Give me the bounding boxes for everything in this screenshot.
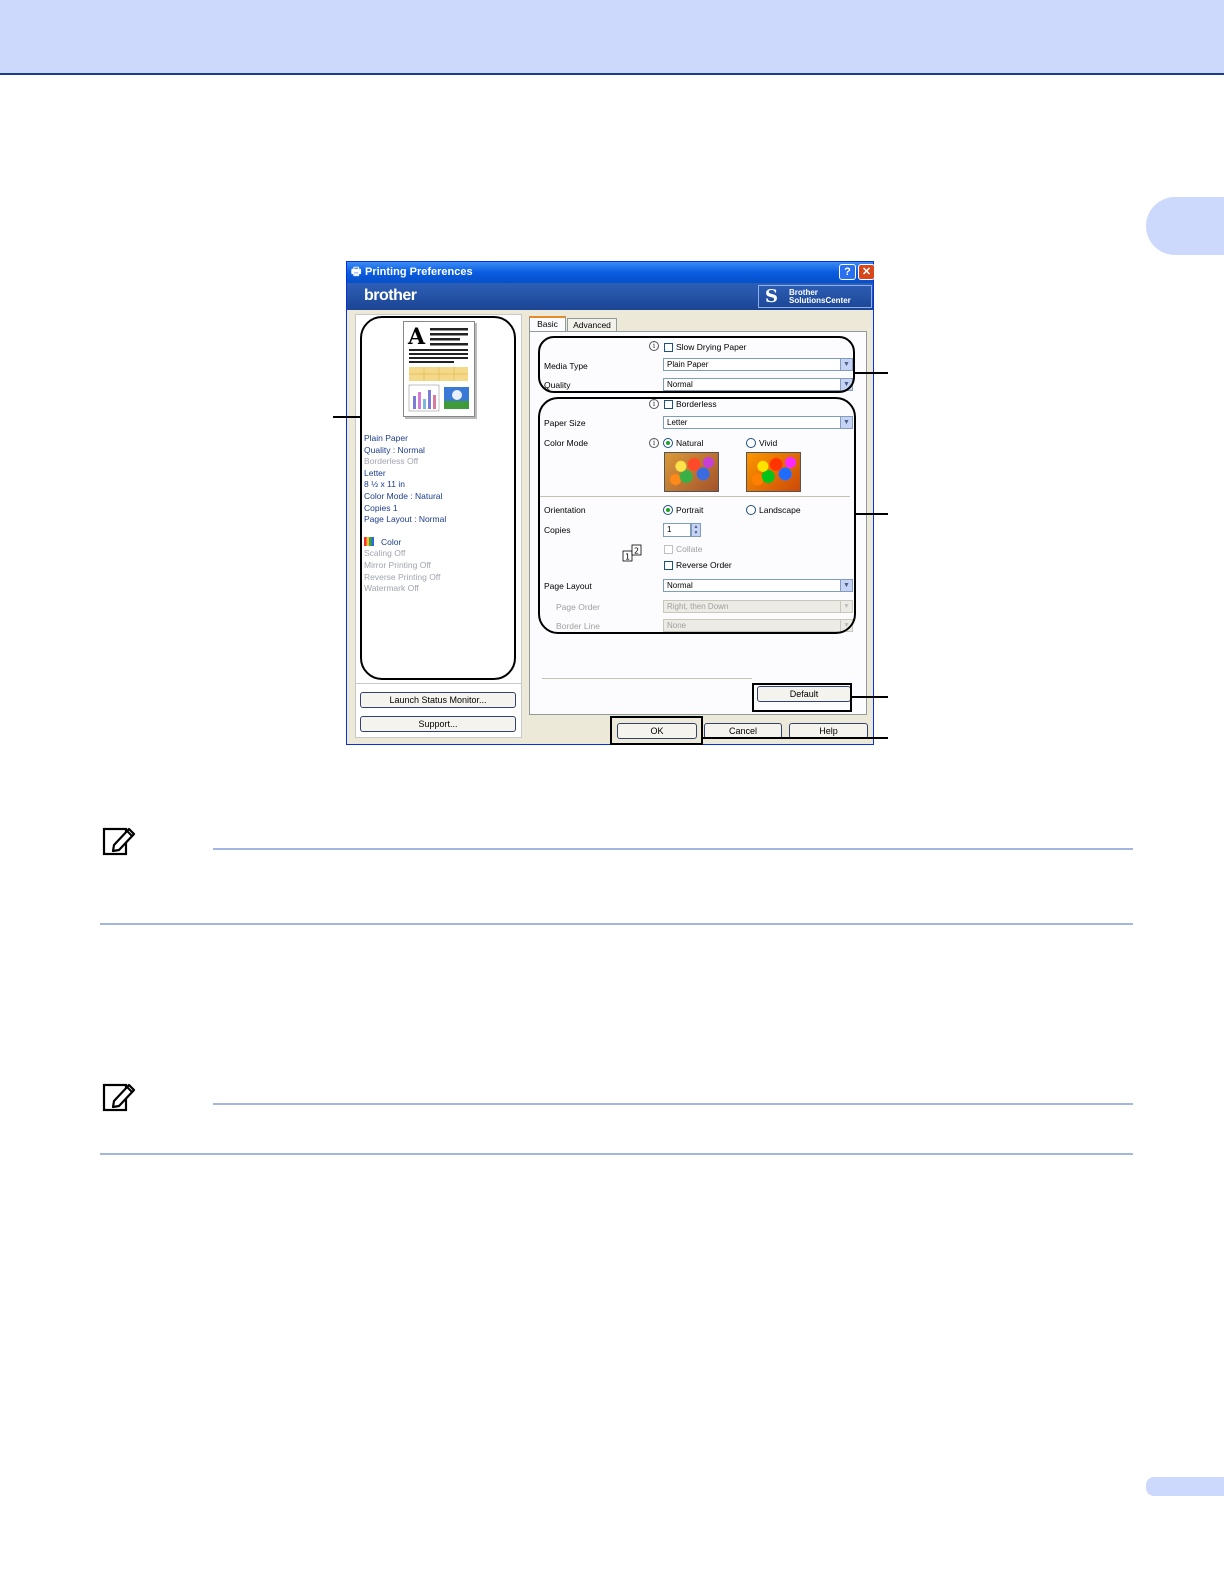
summary-callout <box>360 316 516 680</box>
brother-logo: brother <box>364 287 417 304</box>
dialog-title: Printing Preferences <box>365 266 473 278</box>
tab-advanced[interactable]: Advanced <box>567 318 617 332</box>
header-band <box>0 0 1224 75</box>
note-rule-bottom <box>100 923 1133 925</box>
help-title-button[interactable]: ? <box>839 264 856 280</box>
panel-divider <box>356 683 521 684</box>
solutions-label-2: SolutionsCenter <box>789 296 851 305</box>
note-pencil-icon <box>102 824 136 856</box>
paper-options-callout-line <box>855 513 888 515</box>
note-rule-top <box>213 1103 1133 1105</box>
note-rule-top <box>213 848 1133 850</box>
chapter-tab <box>1146 197 1224 255</box>
ok-callout <box>610 716 703 745</box>
solutions-center-icon: S <box>765 286 778 307</box>
paper-options-callout <box>538 397 856 634</box>
printer-icon: 🖶 <box>351 266 362 278</box>
ok-callout-line <box>702 737 888 739</box>
title-bar: 🖶 Printing Preferences ? ✕ <box>347 262 875 283</box>
default-callout-line <box>851 696 888 698</box>
media-callout-line <box>854 372 888 374</box>
page-number-tab <box>1146 1477 1224 1496</box>
default-callout <box>752 683 852 712</box>
launch-status-monitor-button[interactable]: Launch Status Monitor... <box>360 692 516 708</box>
bottom-divider <box>542 678 752 679</box>
support-button[interactable]: Support... <box>360 716 516 732</box>
tab-basic[interactable]: Basic <box>529 316 566 332</box>
note-rule-bottom <box>100 1153 1133 1155</box>
close-icon[interactable]: ✕ <box>858 264 875 280</box>
media-callout <box>538 336 855 393</box>
summary-callout-line <box>333 416 361 418</box>
note-pencil-icon <box>102 1080 136 1112</box>
brand-bar: brother S Brother SolutionsCenter <box>347 283 873 310</box>
solutions-center-button[interactable]: S Brother SolutionsCenter <box>758 285 872 308</box>
